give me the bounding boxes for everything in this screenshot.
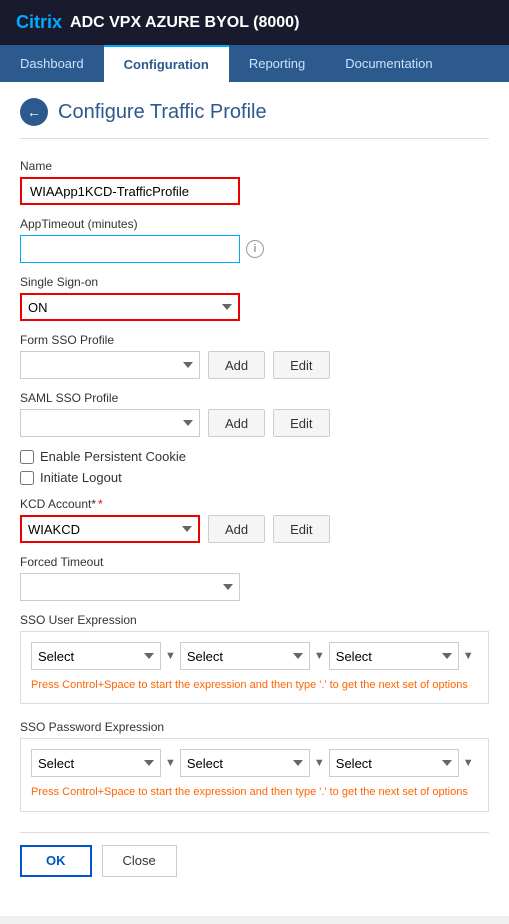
sso-user-expr-select-3[interactable]: Select xyxy=(329,642,459,670)
chevron-down-icon-3: ▼ xyxy=(463,650,474,662)
saml-sso-profile-row: Add Edit xyxy=(20,409,489,437)
kcd-add-button[interactable]: Add xyxy=(208,515,265,543)
chevron-down-icon-1: ▼ xyxy=(165,650,176,662)
nav-configuration[interactable]: Configuration xyxy=(104,45,229,82)
sso-user-expr-selects: Select ▼ Select ▼ Select ▼ xyxy=(31,642,478,670)
forced-timeout-group: Forced Timeout xyxy=(20,555,489,601)
configure-traffic-profile-form: Name AppTimeout (minutes) i Single Sign-… xyxy=(20,159,489,877)
sso-user-expr-label: SSO User Expression xyxy=(20,613,489,627)
apptimeout-info-icon[interactable]: i xyxy=(246,240,264,258)
forced-timeout-label: Forced Timeout xyxy=(20,555,489,569)
ok-button[interactable]: OK xyxy=(20,845,92,877)
kcd-account-row: WIAKCD Add Edit xyxy=(20,515,489,543)
sso-password-expr-hint: Press Control+Space to start the express… xyxy=(31,785,478,800)
nav-documentation[interactable]: Documentation xyxy=(325,46,452,81)
sso-password-expr-select-1[interactable]: Select xyxy=(31,749,161,777)
forced-timeout-select[interactable] xyxy=(20,573,240,601)
sso-group: Single Sign-on ON OFF xyxy=(20,275,489,321)
main-content: ← Configure Traffic Profile Name AppTime… xyxy=(0,82,509,916)
form-sso-edit-button[interactable]: Edit xyxy=(273,351,329,379)
app-title: ADC VPX AZURE BYOL (8000) xyxy=(70,14,299,32)
persistent-cookie-row: Enable Persistent Cookie xyxy=(20,449,489,464)
sso-user-expr-section: Select ▼ Select ▼ Select ▼ Press Control… xyxy=(20,631,489,704)
nav-reporting[interactable]: Reporting xyxy=(229,46,325,81)
form-sso-profile-row: Add Edit xyxy=(20,351,489,379)
persistent-cookie-checkbox[interactable] xyxy=(20,450,34,464)
sso-user-expr-group: SSO User Expression Select ▼ Select ▼ Se… xyxy=(20,613,489,704)
sso-password-expr-section: Select ▼ Select ▼ Select ▼ Press Control… xyxy=(20,738,489,811)
page-header-row: ← Configure Traffic Profile xyxy=(20,98,489,139)
saml-sso-add-button[interactable]: Add xyxy=(208,409,265,437)
sso-label: Single Sign-on xyxy=(20,275,489,289)
back-button[interactable]: ← xyxy=(20,98,48,126)
initiate-logout-checkbox[interactable] xyxy=(20,471,34,485)
kcd-account-select[interactable]: WIAKCD xyxy=(20,515,200,543)
sso-password-expr-label: SSO Password Expression xyxy=(20,720,489,734)
saml-sso-profile-group: SAML SSO Profile Add Edit xyxy=(20,391,489,437)
sso-user-expr-select-1[interactable]: Select xyxy=(31,642,161,670)
sso-password-expr-select-2[interactable]: Select xyxy=(180,749,310,777)
chevron-down-icon-4: ▼ xyxy=(165,757,176,769)
apptimeout-input[interactable] xyxy=(20,235,240,263)
nav-dashboard[interactable]: Dashboard xyxy=(0,46,104,81)
apptimeout-row: i xyxy=(20,235,489,263)
chevron-down-icon-6: ▼ xyxy=(463,757,474,769)
footer-buttons: OK Close xyxy=(20,832,489,877)
navbar: Dashboard Configuration Reporting Docume… xyxy=(0,45,509,82)
form-sso-profile-label: Form SSO Profile xyxy=(20,333,489,347)
sso-password-expr-select-3[interactable]: Select xyxy=(329,749,459,777)
kcd-account-label: KCD Account* xyxy=(20,497,489,511)
name-input[interactable] xyxy=(20,177,240,205)
app-header: Citrix ADC VPX AZURE BYOL (8000) xyxy=(0,0,509,45)
sso-password-expr-selects: Select ▼ Select ▼ Select ▼ xyxy=(31,749,478,777)
form-sso-profile-select[interactable] xyxy=(20,351,200,379)
close-button[interactable]: Close xyxy=(102,845,177,877)
initiate-logout-row: Initiate Logout xyxy=(20,470,489,485)
persistent-cookie-label[interactable]: Enable Persistent Cookie xyxy=(40,449,186,464)
citrix-logo: Citrix xyxy=(16,12,62,33)
name-group: Name xyxy=(20,159,489,205)
sso-password-expr-group: SSO Password Expression Select ▼ Select … xyxy=(20,720,489,811)
form-sso-add-button[interactable]: Add xyxy=(208,351,265,379)
kcd-edit-button[interactable]: Edit xyxy=(273,515,329,543)
kcd-account-group: KCD Account* WIAKCD Add Edit xyxy=(20,497,489,543)
saml-sso-profile-label: SAML SSO Profile xyxy=(20,391,489,405)
chevron-down-icon-2: ▼ xyxy=(314,650,325,662)
sso-user-expr-select-2[interactable]: Select xyxy=(180,642,310,670)
name-label: Name xyxy=(20,159,489,173)
form-sso-profile-group: Form SSO Profile Add Edit xyxy=(20,333,489,379)
saml-sso-profile-select[interactable] xyxy=(20,409,200,437)
saml-sso-edit-button[interactable]: Edit xyxy=(273,409,329,437)
chevron-down-icon-5: ▼ xyxy=(314,757,325,769)
page-title: Configure Traffic Profile xyxy=(58,101,267,124)
sso-select[interactable]: ON OFF xyxy=(20,293,240,321)
sso-user-expr-hint: Press Control+Space to start the express… xyxy=(31,678,478,693)
initiate-logout-label[interactable]: Initiate Logout xyxy=(40,470,122,485)
apptimeout-label: AppTimeout (minutes) xyxy=(20,217,489,231)
apptimeout-group: AppTimeout (minutes) i xyxy=(20,217,489,263)
